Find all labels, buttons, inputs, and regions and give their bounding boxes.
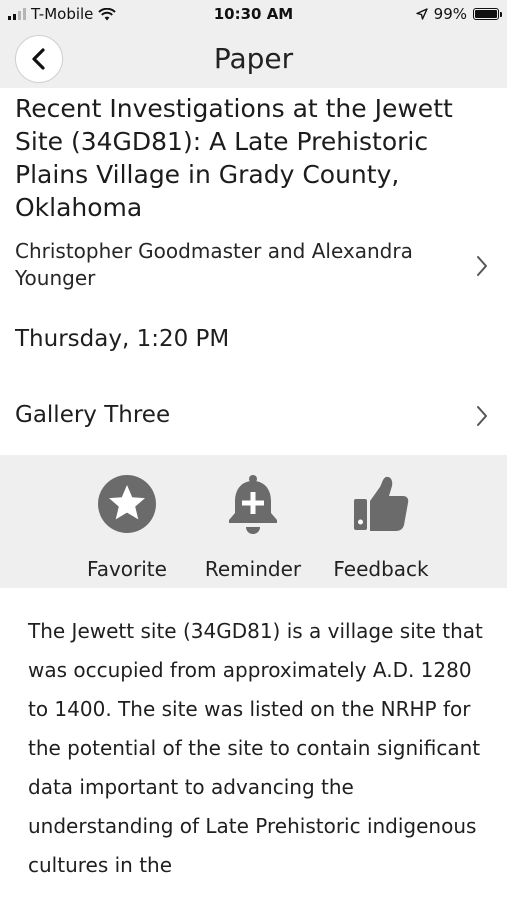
reminder-label: Reminder <box>204 557 302 581</box>
chevron-right-icon <box>477 256 487 276</box>
actions-bar: Favorite Reminder Feedback <box>0 455 507 588</box>
chevron-right-icon <box>477 406 487 426</box>
thumbs-up-icon <box>354 476 409 531</box>
paper-description: The Jewett site (34GD81) is a village si… <box>28 619 483 877</box>
feedback-label: Feedback <box>333 557 429 581</box>
authors-label: Christopher Goodmaster and Alexandra You… <box>15 239 413 290</box>
battery-icon <box>473 8 502 20</box>
location-row[interactable]: Gallery Three <box>0 400 507 434</box>
reminder-button[interactable]: Reminder <box>193 473 313 581</box>
favorite-label: Favorite <box>87 557 167 581</box>
session-time: Thursday, 1:20 PM <box>15 326 230 352</box>
authors-row[interactable]: Christopher Goodmaster and Alexandra You… <box>0 238 507 298</box>
navigation-bar: Paper <box>0 30 507 88</box>
location-label: Gallery Three <box>15 402 171 428</box>
location-arrow-icon <box>415 8 428 20</box>
paper-title: Recent Investigations at the Jewett Site… <box>15 94 453 222</box>
status-right: 99% <box>415 5 502 23</box>
star-icon <box>98 475 156 533</box>
battery-level <box>475 10 497 18</box>
feedback-button[interactable]: Feedback <box>321 473 441 581</box>
nav-title: Paper <box>213 42 294 75</box>
bell-plus-icon <box>229 475 277 534</box>
battery-percent: 99% <box>433 5 467 23</box>
status-bar: T-Mobile 10:30 AM 99% <box>0 0 507 30</box>
favorite-button[interactable]: Favorite <box>67 473 187 581</box>
